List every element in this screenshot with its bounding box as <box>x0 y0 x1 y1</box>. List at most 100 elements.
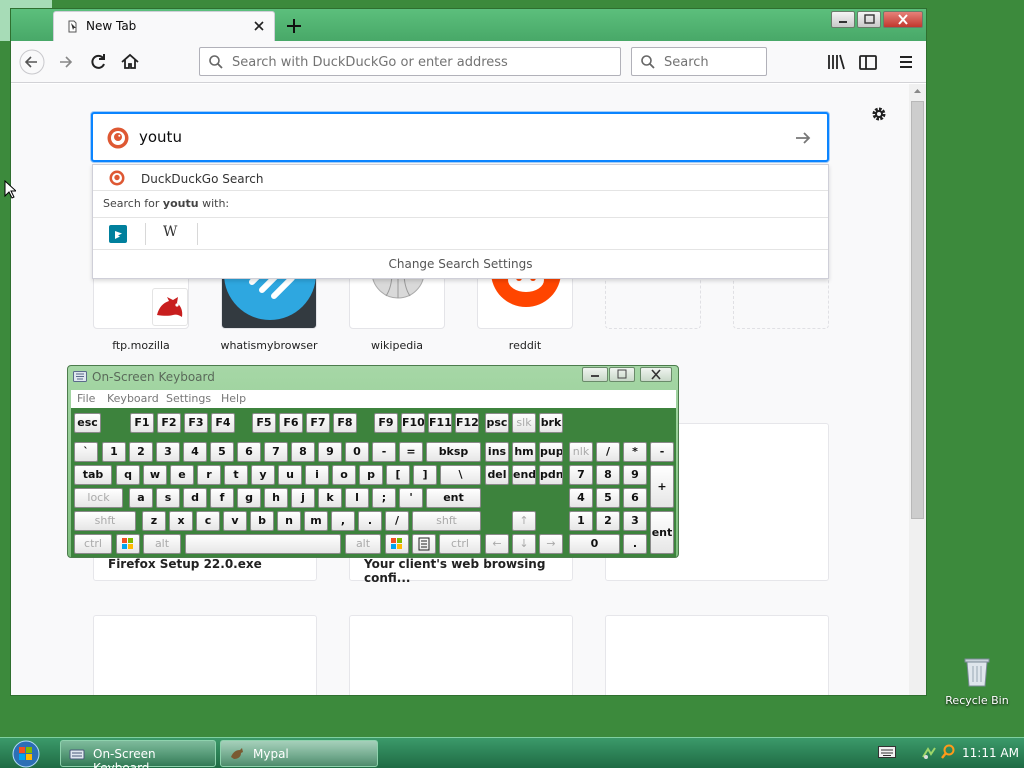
key-f3[interactable]: F3 <box>184 413 208 433</box>
key-q[interactable]: q <box>116 465 140 485</box>
key-f6[interactable]: F6 <box>279 413 303 433</box>
minimize-window-button[interactable] <box>831 11 855 28</box>
key-right-bracket[interactable]: ] <box>413 465 437 485</box>
key-h[interactable]: h <box>264 488 288 508</box>
key-slk[interactable]: slk <box>512 413 536 433</box>
key-f8[interactable]: F8 <box>333 413 357 433</box>
key-p[interactable]: p <box>359 465 383 485</box>
key-right-ctrl[interactable]: ctrl <box>439 534 481 554</box>
key-b[interactable]: b <box>250 511 274 531</box>
key-k[interactable]: k <box>318 488 342 508</box>
osk-minimize-button[interactable] <box>582 367 608 382</box>
content-search-input[interactable]: youtu <box>91 112 829 162</box>
key-d[interactable]: d <box>183 488 207 508</box>
key-np-2[interactable]: 2 <box>596 511 620 531</box>
key-a[interactable]: a <box>129 488 153 508</box>
gear-icon[interactable] <box>869 104 889 124</box>
key-np-0[interactable]: 0 <box>569 534 620 554</box>
key-caps-lock[interactable]: lock <box>74 488 123 508</box>
key-n[interactable]: n <box>277 511 301 531</box>
maximize-window-button[interactable] <box>857 11 881 28</box>
taskbar-item-mypal[interactable]: Mypal <box>220 740 378 767</box>
highlight-card[interactable] <box>93 615 317 695</box>
key-u[interactable]: u <box>278 465 302 485</box>
key-i[interactable]: i <box>305 465 329 485</box>
hamburger-menu-icon[interactable] <box>893 49 919 75</box>
key-period[interactable]: . <box>358 511 382 531</box>
sidebar-toggle-icon[interactable] <box>855 49 881 75</box>
key-l[interactable]: l <box>345 488 369 508</box>
osk-menu-help[interactable]: Help <box>221 392 246 405</box>
key-np-minus[interactable]: - <box>650 442 674 462</box>
key-w[interactable]: w <box>143 465 167 485</box>
key-f10[interactable]: F10 <box>401 413 425 433</box>
key-f[interactable]: f <box>210 488 234 508</box>
windows-logo-icon[interactable] <box>385 534 409 554</box>
start-button-icon[interactable] <box>4 739 44 768</box>
key-left-arrow[interactable]: ← <box>485 534 509 554</box>
home-icon[interactable] <box>117 49 143 75</box>
osk-menu-keyboard[interactable]: Keyboard <box>107 392 159 405</box>
key-np-7[interactable]: 7 <box>569 465 593 485</box>
scrollbar-thumb[interactable] <box>911 101 924 519</box>
highlight-card[interactable] <box>349 615 573 695</box>
key-slash[interactable]: / <box>385 511 409 531</box>
forward-arrow-icon[interactable] <box>53 49 79 75</box>
keyboard-tray-icon[interactable] <box>878 746 896 758</box>
key-pup[interactable]: pup <box>539 442 563 462</box>
new-tab-plus-icon[interactable] <box>283 15 305 37</box>
key-r[interactable]: r <box>197 465 221 485</box>
key-tab[interactable]: tab <box>74 465 112 485</box>
key-v[interactable]: v <box>223 511 247 531</box>
search-bar[interactable]: Search <box>631 47 767 76</box>
key-del[interactable]: del <box>485 465 509 485</box>
key-9[interactable]: 9 <box>318 442 342 462</box>
key-semicolon[interactable]: ; <box>372 488 396 508</box>
search-go-arrow-icon[interactable] <box>793 128 813 148</box>
key-z[interactable]: z <box>142 511 166 531</box>
key-e[interactable]: e <box>170 465 194 485</box>
key-x[interactable]: x <box>169 511 193 531</box>
key-ins[interactable]: ins <box>485 442 509 462</box>
key-space[interactable] <box>185 534 341 554</box>
back-arrow-icon[interactable] <box>19 49 45 75</box>
key-backspace[interactable]: bksp <box>426 442 481 462</box>
tab-new-tab[interactable]: New Tab <box>53 11 275 41</box>
bing-logo-icon[interactable] <box>109 225 127 243</box>
key-6[interactable]: 6 <box>237 442 261 462</box>
key-pdn[interactable]: pdn <box>539 465 563 485</box>
key-s[interactable]: s <box>156 488 180 508</box>
key-3[interactable]: 3 <box>156 442 180 462</box>
key-1[interactable]: 1 <box>102 442 126 462</box>
key-f4[interactable]: F4 <box>211 413 235 433</box>
key-np-3[interactable]: 3 <box>623 511 647 531</box>
key-0[interactable]: 0 <box>345 442 369 462</box>
key-f2[interactable]: F2 <box>157 413 181 433</box>
key-j[interactable]: j <box>291 488 315 508</box>
key-right-alt[interactable]: alt <box>345 534 381 554</box>
key-m[interactable]: m <box>304 511 328 531</box>
reload-icon[interactable] <box>85 49 111 75</box>
key-equals[interactable]: = <box>399 442 423 462</box>
key-np-star[interactable]: * <box>623 442 647 462</box>
key-up-arrow[interactable]: ↑ <box>512 511 536 531</box>
key-t[interactable]: t <box>224 465 248 485</box>
library-icon[interactable] <box>823 49 849 75</box>
key-left-ctrl[interactable]: ctrl <box>74 534 112 554</box>
key-comma[interactable]: , <box>331 511 355 531</box>
key-y[interactable]: y <box>251 465 275 485</box>
key-4[interactable]: 4 <box>183 442 207 462</box>
key-np-8[interactable]: 8 <box>596 465 620 485</box>
network-tray-icon[interactable] <box>921 745 937 761</box>
key-left-alt[interactable]: alt <box>143 534 181 554</box>
key-np-5[interactable]: 5 <box>596 488 620 508</box>
key-right-shift[interactable]: shft <box>412 511 481 531</box>
key-nlk[interactable]: nlk <box>569 442 593 462</box>
recycle-bin[interactable]: Recycle Bin <box>945 656 1009 712</box>
key-np-6[interactable]: 6 <box>623 488 647 508</box>
key-np-enter[interactable]: ent <box>650 511 674 554</box>
osk-maximize-button[interactable] <box>609 367 635 382</box>
key-down-arrow[interactable]: ↓ <box>512 534 536 554</box>
key-enter[interactable]: ent <box>426 488 481 508</box>
highlight-card[interactable] <box>605 615 829 695</box>
